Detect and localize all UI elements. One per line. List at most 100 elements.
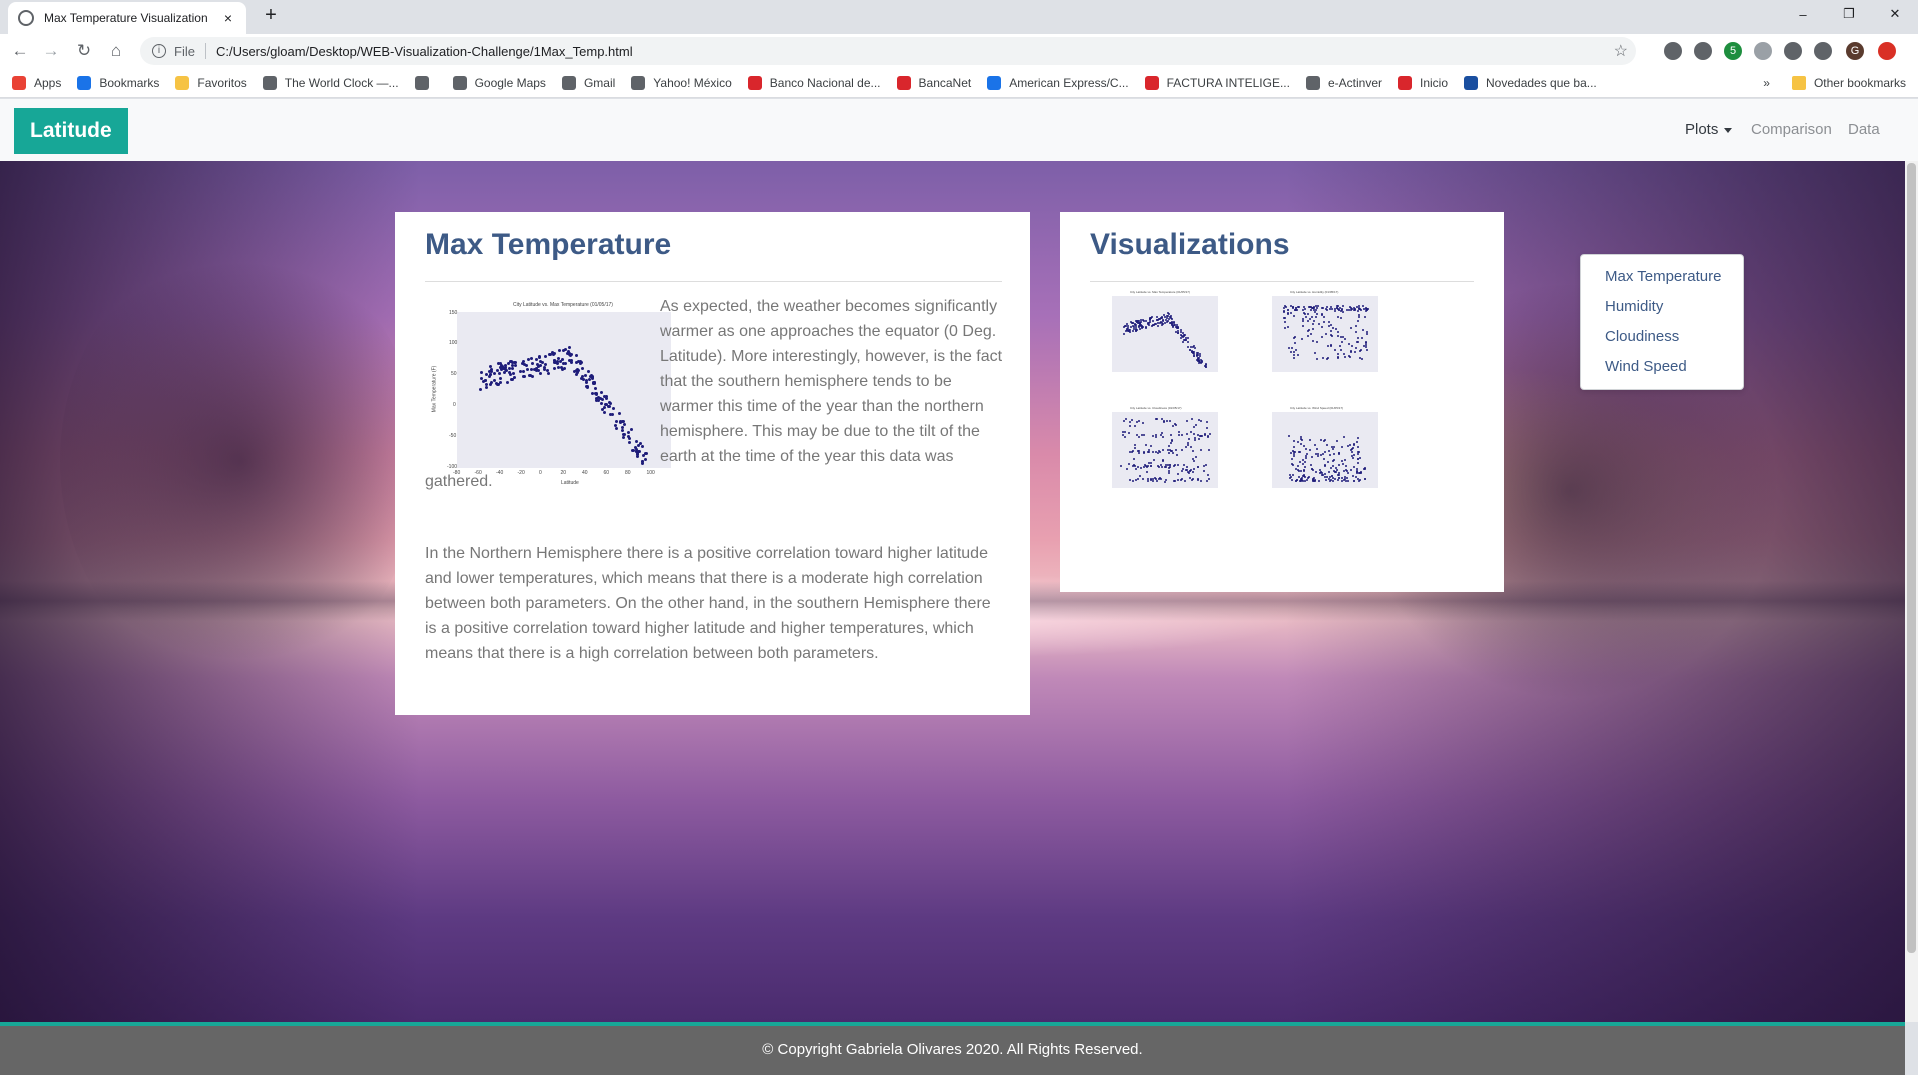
scatter-point bbox=[1148, 321, 1151, 324]
scatter-point bbox=[1350, 345, 1353, 348]
thumbnail-plot[interactable]: City Latitude vs. Humidity (01/05/17) bbox=[1250, 290, 1390, 390]
pinterest-icon[interactable] bbox=[1694, 42, 1712, 60]
scatter-point bbox=[1310, 464, 1313, 467]
scatter-point bbox=[1316, 447, 1319, 450]
nav-plots-dropdown[interactable]: Plots bbox=[1685, 121, 1733, 138]
scatter-point bbox=[1325, 306, 1328, 309]
scatter-point bbox=[1331, 307, 1334, 310]
other-bookmarks[interactable]: Other bookmarks bbox=[1814, 76, 1906, 90]
scatter-point bbox=[1328, 480, 1331, 483]
bookmark-item[interactable]: Bookmarks bbox=[77, 75, 159, 90]
forward-arrow-icon[interactable]: → bbox=[39, 39, 63, 63]
dropbox-icon[interactable] bbox=[1754, 42, 1772, 60]
bookmark-item[interactable]: Google Maps bbox=[452, 75, 546, 90]
dropdown-max-temperature[interactable]: Max Temperature bbox=[1605, 268, 1721, 285]
scrollbar-thumb[interactable] bbox=[1907, 163, 1916, 953]
dropdown-wind-speed[interactable]: Wind Speed bbox=[1605, 358, 1687, 375]
scatter-point bbox=[1301, 479, 1304, 482]
thumbnail-plot[interactable]: City Latitude vs. Cloudiness (01/05/17) bbox=[1090, 406, 1230, 506]
close-tab-icon[interactable]: × bbox=[220, 10, 236, 26]
scatter-point bbox=[1196, 466, 1199, 469]
scatter-point bbox=[1351, 457, 1354, 460]
thumbnail-plot[interactable]: City Latitude vs. Max Temperature (01/05… bbox=[1090, 290, 1230, 390]
scatter-point bbox=[1343, 352, 1346, 355]
info-icon[interactable]: i bbox=[152, 44, 166, 58]
bookmark-item[interactable]: Gmail bbox=[561, 75, 615, 90]
scatter-point bbox=[1350, 308, 1353, 311]
scatter-point bbox=[1175, 325, 1178, 328]
bookmark-item[interactable]: Inicio bbox=[1398, 75, 1448, 90]
bookmark-item[interactable]: Apps bbox=[12, 75, 61, 90]
scatter-point bbox=[1300, 438, 1303, 441]
grammarly-icon[interactable]: 5 bbox=[1724, 42, 1742, 60]
browser-tab[interactable]: Max Temperature Visualization × bbox=[8, 2, 246, 34]
back-arrow-icon[interactable]: ← bbox=[8, 39, 32, 63]
bookmark-item[interactable] bbox=[414, 75, 437, 90]
reading-list-icon[interactable] bbox=[1814, 42, 1832, 60]
scatter-point bbox=[1284, 321, 1287, 324]
bookmark-star-icon[interactable]: ☆ bbox=[1614, 41, 1628, 61]
scatter-point bbox=[1309, 309, 1312, 312]
profile-avatar[interactable]: G bbox=[1846, 42, 1864, 60]
browser-toolbar: ← → ↻ ⌂ i File C:/Users/gloam/Desktop/WE… bbox=[0, 34, 1918, 68]
bookmarks-overflow-icon[interactable]: » bbox=[1763, 76, 1770, 90]
brand-logo[interactable]: Latitude bbox=[14, 108, 128, 154]
extension-icon[interactable] bbox=[1664, 42, 1682, 60]
scatter-point bbox=[1338, 451, 1341, 454]
bookmark-item[interactable]: Novedades que ba... bbox=[1464, 75, 1597, 90]
scatter-point bbox=[1359, 457, 1362, 460]
scatter-point bbox=[1291, 457, 1294, 460]
scatter-point bbox=[1292, 354, 1295, 357]
scatter-point bbox=[1364, 477, 1367, 480]
bookmark-item[interactable]: American Express/C... bbox=[987, 75, 1129, 90]
scatter-point bbox=[1161, 319, 1164, 322]
scatter-point bbox=[1293, 335, 1296, 338]
reload-icon[interactable]: ↻ bbox=[72, 39, 96, 63]
close-window-button[interactable]: ✕ bbox=[1872, 0, 1918, 28]
nav-data[interactable]: Data bbox=[1848, 121, 1880, 138]
scatter-point bbox=[1205, 480, 1208, 483]
scatter-point bbox=[1311, 328, 1314, 331]
address-bar[interactable]: i File C:/Users/gloam/Desktop/WEB-Visual… bbox=[140, 37, 1636, 65]
extensions-puzzle-icon[interactable] bbox=[1784, 42, 1802, 60]
bookmark-item[interactable]: FACTURA INTELIGE... bbox=[1144, 75, 1290, 90]
scatter-point bbox=[1357, 453, 1360, 456]
scatter-point bbox=[1354, 330, 1357, 333]
dropdown-cloudiness[interactable]: Cloudiness bbox=[1605, 328, 1679, 345]
home-icon[interactable]: ⌂ bbox=[104, 39, 128, 63]
url-text[interactable]: C:/Users/gloam/Desktop/WEB-Visualization… bbox=[216, 44, 1614, 59]
bookmark-item[interactable]: Banco Nacional de... bbox=[747, 75, 881, 90]
visualizations-divider bbox=[1090, 281, 1474, 282]
new-tab-button[interactable]: + bbox=[258, 4, 284, 27]
scatter-point bbox=[1135, 319, 1138, 322]
browser-tab-strip: Max Temperature Visualization × + – ❐ ✕ bbox=[0, 0, 1918, 34]
scatter-point bbox=[1326, 443, 1329, 446]
bookmark-item[interactable]: e-Actinver bbox=[1305, 75, 1382, 90]
scatter-point bbox=[1185, 465, 1188, 468]
bookmark-label: The World Clock —... bbox=[284, 75, 399, 90]
scatter-point bbox=[1340, 336, 1343, 339]
scatter-point bbox=[1192, 433, 1195, 436]
thumbnail-plot[interactable]: City Latitude vs. Wind Speed (01/05/17) bbox=[1250, 406, 1390, 506]
scatter-point bbox=[1131, 464, 1134, 467]
restore-button[interactable]: ❐ bbox=[1826, 0, 1872, 28]
scatter-point bbox=[1334, 328, 1337, 331]
scatter-point bbox=[1306, 312, 1309, 315]
scatter-point bbox=[1157, 464, 1160, 467]
scatter-point bbox=[1191, 350, 1194, 353]
scatter-point bbox=[1311, 340, 1314, 343]
scatter-point bbox=[1165, 314, 1168, 317]
nav-comparison[interactable]: Comparison bbox=[1751, 121, 1832, 138]
scatter-point bbox=[1347, 444, 1350, 447]
minimize-button[interactable]: – bbox=[1780, 0, 1826, 28]
page-scrollbar[interactable] bbox=[1905, 161, 1918, 1022]
thumbnail-plot-area bbox=[1272, 296, 1378, 372]
bookmark-item[interactable]: BancaNet bbox=[896, 75, 971, 90]
update-icon[interactable] bbox=[1878, 42, 1896, 60]
bookmark-item[interactable]: Yahoo! México bbox=[631, 75, 732, 90]
dropdown-humidity[interactable]: Humidity bbox=[1605, 298, 1663, 315]
bookmark-item[interactable]: The World Clock —... bbox=[262, 75, 399, 90]
bookmark-item[interactable]: Favoritos bbox=[175, 75, 247, 90]
bookmark-favicon-icon bbox=[631, 75, 646, 90]
scatter-point bbox=[1343, 338, 1346, 341]
